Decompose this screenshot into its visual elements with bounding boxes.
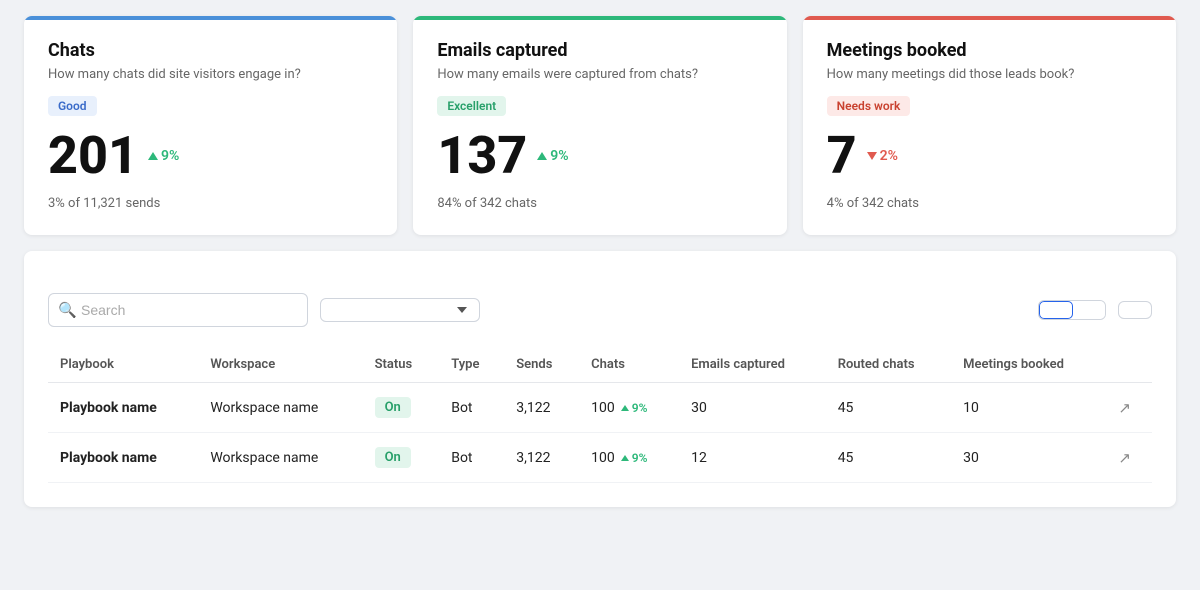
controls-row: 🔍 — [48, 293, 1152, 327]
chats-change: 9% — [621, 401, 648, 415]
table-column-header — [1106, 347, 1152, 383]
export-csv-button[interactable] — [1118, 301, 1152, 319]
external-link-cell[interactable]: ↗ — [1106, 433, 1152, 483]
workspace-name: Workspace name — [198, 433, 362, 483]
card-value-row: 201 9% — [48, 130, 373, 182]
card-change-value: 9% — [550, 148, 568, 164]
external-link-icon[interactable]: ↗ — [1118, 449, 1131, 467]
table-column-header: Emails captured — [679, 347, 826, 383]
external-link-cell[interactable]: ↗ — [1106, 383, 1152, 433]
table-column-header: Playbook — [48, 347, 198, 383]
card-footer: 4% of 342 chats — [827, 196, 1152, 211]
external-link-icon[interactable]: ↗ — [1118, 399, 1131, 417]
card-change-value: 9% — [161, 148, 179, 164]
emails-captured-cell: 12 — [679, 433, 826, 483]
routed-chats-cell: 45 — [826, 433, 951, 483]
view-toggle — [1038, 300, 1106, 320]
arrow-up-icon — [148, 152, 158, 160]
metric-card-emails: Emails captured How many emails were cap… — [413, 16, 786, 235]
card-value: 137 — [437, 130, 527, 182]
table-column-header: Sends — [504, 347, 579, 383]
card-change: 9% — [148, 148, 179, 164]
card-badge: Excellent — [437, 96, 506, 116]
meetings-booked-cell: 30 — [951, 433, 1106, 483]
table-column-header: Status — [363, 347, 440, 383]
table-column-header: Chats — [579, 347, 679, 383]
chats-change-value: 9% — [632, 401, 648, 415]
card-change-value: 2% — [880, 148, 898, 164]
metric-card-chats: Chats How many chats did site visitors e… — [24, 16, 397, 235]
status-badge: On — [375, 447, 411, 468]
table-row: Playbook name Workspace name On Bot 3,12… — [48, 433, 1152, 483]
card-title: Meetings booked — [827, 40, 1152, 61]
workspace-name: Workspace name — [198, 383, 362, 433]
status-cell: On — [363, 433, 440, 483]
playbooks-table: PlaybookWorkspaceStatusTypeSendsChatsEma… — [48, 347, 1152, 483]
card-change: 9% — [537, 148, 568, 164]
table-header: PlaybookWorkspaceStatusTypeSendsChatsEma… — [48, 347, 1152, 383]
chevron-down-icon — [457, 307, 467, 313]
arrow-up-icon — [537, 152, 547, 160]
playbook-name: Playbook name — [48, 383, 198, 433]
status-badge: On — [375, 397, 411, 418]
toggle-number-button[interactable] — [1039, 301, 1073, 319]
sends-cell: 3,122 — [504, 383, 579, 433]
card-footer: 84% of 342 chats — [437, 196, 762, 211]
arrow-up-small-icon — [621, 405, 629, 411]
toggle-percent-button[interactable] — [1073, 301, 1105, 319]
playbook-name: Playbook name — [48, 433, 198, 483]
chats-value: 100 — [591, 400, 615, 416]
arrow-up-small-icon — [621, 455, 629, 461]
card-value-row: 137 9% — [437, 130, 762, 182]
card-title: Chats — [48, 40, 373, 61]
card-footer: 3% of 11,321 sends — [48, 196, 373, 211]
table-column-header: Meetings booked — [951, 347, 1106, 383]
type-cell: Bot — [439, 383, 504, 433]
search-input[interactable] — [48, 293, 308, 327]
card-change: 2% — [867, 148, 898, 164]
emails-captured-cell: 30 — [679, 383, 826, 433]
chats-cell: 100 9% — [579, 383, 679, 433]
search-wrapper: 🔍 — [48, 293, 308, 327]
meetings-booked-cell: 10 — [951, 383, 1106, 433]
chats-value: 100 — [591, 450, 615, 466]
type-cell: Bot — [439, 433, 504, 483]
playbooks-section: 🔍 PlaybookWorkspaceStatusTypeSendsChatsE… — [24, 251, 1176, 507]
card-badge: Needs work — [827, 96, 911, 116]
chats-cell: 100 9% — [579, 433, 679, 483]
status-cell: On — [363, 383, 440, 433]
chats-change-value: 9% — [632, 451, 648, 465]
card-value: 7 — [827, 130, 857, 182]
table-row: Playbook name Workspace name On Bot 3,12… — [48, 383, 1152, 433]
card-value-row: 7 2% — [827, 130, 1152, 182]
arrow-down-icon — [867, 152, 877, 160]
workspace-dropdown[interactable] — [320, 298, 480, 322]
card-value: 201 — [48, 130, 138, 182]
table-column-header: Workspace — [198, 347, 362, 383]
metric-card-meetings: Meetings booked How many meetings did th… — [803, 16, 1176, 235]
sends-cell: 3,122 — [504, 433, 579, 483]
table-column-header: Routed chats — [826, 347, 951, 383]
chats-change: 9% — [621, 451, 648, 465]
card-badge: Good — [48, 96, 97, 116]
card-subtitle: How many chats did site visitors engage … — [48, 67, 373, 82]
card-subtitle: How many meetings did those leads book? — [827, 67, 1152, 82]
table-column-header: Type — [439, 347, 504, 383]
routed-chats-cell: 45 — [826, 383, 951, 433]
search-icon: 🔍 — [58, 301, 77, 319]
card-subtitle: How many emails were captured from chats… — [437, 67, 762, 82]
card-title: Emails captured — [437, 40, 762, 61]
